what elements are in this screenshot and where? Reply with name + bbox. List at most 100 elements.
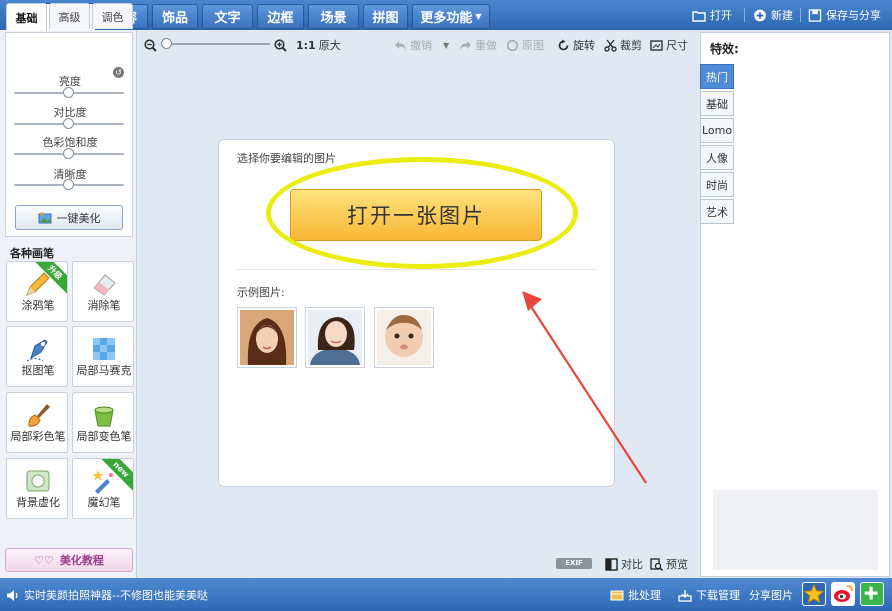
weibo-share-button[interactable] (831, 582, 855, 606)
undo-button[interactable]: 撤销 ▼ (394, 37, 449, 53)
weibo-icon (834, 585, 853, 602)
pen-nib-icon (26, 339, 48, 362)
speaker-icon (7, 589, 18, 601)
portrait-thumbnail (377, 310, 431, 365)
fx-tab-lomo[interactable]: Lomo (700, 118, 734, 143)
tab-accessories[interactable]: 饰品 (152, 4, 198, 29)
undo-label: 撤销 (410, 39, 432, 52)
beautify-tutorial-button[interactable]: ♡♡ 美化教程 (5, 548, 133, 572)
left-tab-basic[interactable]: 基础 (6, 3, 47, 31)
fx-tab-basic[interactable]: 基础 (700, 91, 734, 116)
redo-button[interactable]: 重做 (459, 37, 497, 53)
preview-button[interactable]: 预览 (650, 556, 688, 572)
tab-collage[interactable]: 拼图 (363, 4, 408, 29)
tool-partial-recolor-pen[interactable]: 局部变色笔 (72, 392, 134, 453)
slider-handle[interactable] (63, 87, 74, 98)
sample-images-label: 示例图片: (237, 286, 285, 299)
original-image-label: 原图 (522, 39, 544, 52)
preview-label: 预览 (666, 558, 688, 571)
plus-circle-icon (754, 9, 766, 21)
brightness-slider[interactable] (14, 87, 124, 98)
left-tab-advanced[interactable]: 高级 (49, 3, 90, 29)
brushes-title: 各种画笔 (10, 247, 54, 260)
scissors-icon (604, 39, 617, 52)
add-share-button[interactable] (860, 582, 884, 606)
fx-tab-fashion[interactable]: 时尚 (700, 172, 734, 197)
tool-background-blur[interactable]: 背景虚化 (6, 458, 68, 519)
one-key-beautify-button[interactable]: 一键美化 (15, 205, 123, 230)
open-label: 打开 (710, 9, 732, 22)
actual-size-button[interactable]: 1:1 原大 (296, 37, 341, 53)
zoom-out-button[interactable] (144, 37, 157, 53)
tool-magic-pen[interactable]: new 魔幻笔 (72, 458, 134, 519)
crop-button[interactable]: 裁剪 (604, 37, 642, 53)
exif-button[interactable]: EXIF (556, 558, 592, 569)
tab-scenes[interactable]: 场景 (308, 4, 359, 29)
fx-tab-art[interactable]: 艺术 (700, 199, 734, 224)
zoom-slider-handle[interactable] (161, 38, 172, 49)
sample-image-1[interactable] (237, 307, 297, 368)
tab-frames[interactable]: 边框 (257, 4, 304, 29)
promo-text: 实时美颜拍照神器--不修图也能美美哒 (24, 589, 208, 602)
resize-button[interactable]: 尺寸 (650, 37, 688, 53)
sample-image-3[interactable] (374, 307, 434, 368)
tool-eraser[interactable]: 消除笔 (72, 261, 134, 322)
mosaic-icon (93, 338, 115, 360)
tool-mosaic[interactable]: 局部马赛克 (72, 326, 134, 387)
tool-label: 局部马赛克 (76, 364, 132, 377)
adjustment-panel: ↺ 亮度 对比度 色彩饱和度 清晰度 一键美化 (5, 32, 133, 237)
zoom-out-icon (144, 38, 157, 52)
new-button[interactable]: 新建 (753, 6, 793, 24)
sample-image-2[interactable] (305, 307, 365, 368)
tab-more-label: 更多功能 (420, 11, 473, 26)
left-tab-color[interactable]: 调色 (92, 3, 133, 29)
compare-icon (605, 557, 618, 571)
rotate-button[interactable]: 旋转 (557, 37, 595, 53)
tool-label: 涂鸦笔 (21, 299, 55, 312)
fx-tab-popular[interactable]: 热门 (700, 64, 734, 89)
download-label: 下载管理 (696, 589, 740, 602)
tool-cutout-pen[interactable]: 抠图笔 (6, 326, 68, 387)
zoom-in-button[interactable] (274, 37, 287, 53)
folder-icon (692, 10, 706, 22)
download-manager-button[interactable]: 下载管理 (678, 587, 740, 603)
fx-tab-portrait[interactable]: 人像 (700, 145, 734, 170)
slider-handle[interactable] (63, 148, 74, 159)
contrast-slider[interactable] (14, 118, 124, 129)
slider-handle[interactable] (63, 118, 74, 129)
original-image-button[interactable]: 原图 (506, 37, 544, 53)
favorite-button[interactable] (802, 582, 826, 606)
paint-bucket-icon (94, 406, 114, 427)
compare-button[interactable]: 对比 (605, 556, 643, 572)
highlight-ellipse (266, 157, 578, 269)
redo-label: 重做 (475, 39, 497, 52)
original-size-label: 原大 (318, 39, 341, 52)
batch-process-button[interactable]: 批处理 (610, 587, 661, 603)
rotate-icon (558, 39, 569, 50)
select-image-hint: 选择你要编辑的图片 (237, 152, 336, 165)
tool-label: 局部彩色笔 (10, 430, 66, 443)
tab-text[interactable]: 文字 (202, 4, 253, 29)
slider-handle[interactable] (63, 179, 74, 190)
plus-icon (864, 586, 878, 600)
download-icon (678, 589, 692, 602)
sharpness-slider[interactable] (14, 179, 124, 190)
save-share-button[interactable]: 保存与分享 (808, 6, 881, 24)
tab-more-features[interactable]: 更多功能 ▼ (412, 4, 490, 29)
promo-message[interactable]: 实时美颜拍照神器--不修图也能美美哒 (6, 587, 208, 603)
caret-down-icon: ▼ (475, 12, 482, 21)
saturation-slider[interactable] (14, 148, 124, 159)
tool-partial-color-pen[interactable]: 局部彩色笔 (6, 392, 68, 453)
share-image-label: 分享图片 (749, 587, 793, 603)
zoom-slider[interactable] (166, 43, 270, 45)
preview-icon (650, 557, 663, 571)
undo-icon (395, 40, 406, 50)
tool-doodle-pen[interactable]: 升级 涂鸦笔 (6, 261, 68, 322)
zoom-in-icon (274, 38, 287, 52)
divider (800, 8, 801, 22)
open-button[interactable]: 打开 (692, 6, 732, 24)
compare-label: 对比 (621, 558, 643, 571)
tutorial-label: 美化教程 (59, 554, 104, 567)
tool-label: 抠图笔 (21, 364, 55, 377)
undo-dropdown-icon[interactable]: ▼ (443, 41, 449, 50)
